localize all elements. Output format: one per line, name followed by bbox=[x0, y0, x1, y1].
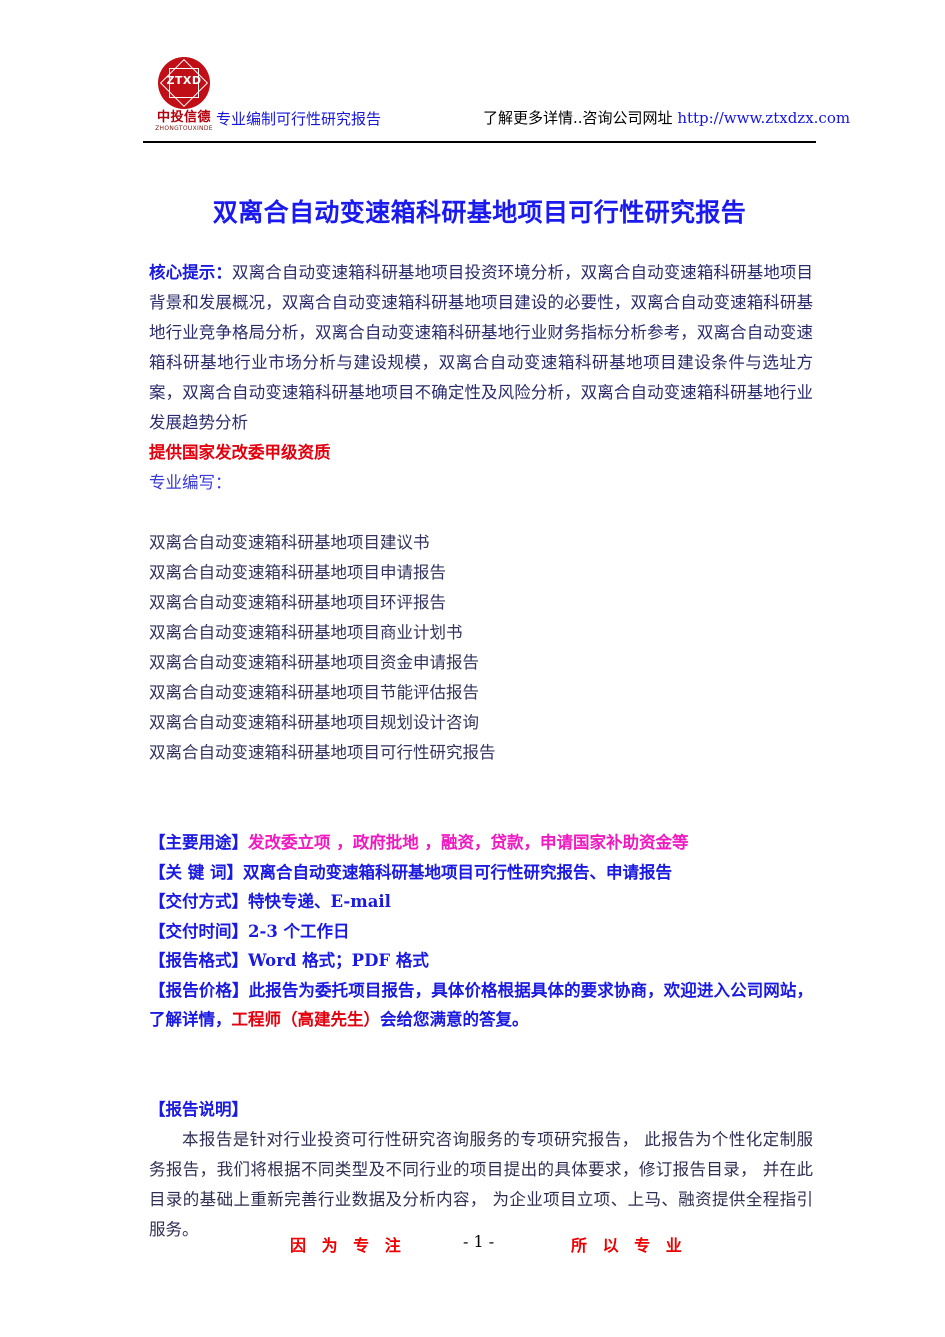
explanation-heading: 【报告说明】 bbox=[149, 1099, 248, 1119]
header-tagline: 专业编制可行性研究报告 bbox=[216, 110, 382, 128]
info-key: 【报告价格】 bbox=[149, 980, 249, 1000]
info-row-delivery-time: 【交付时间】2-3 个工作日 bbox=[149, 917, 813, 947]
professional-line: 专业编写： bbox=[149, 473, 232, 492]
logo-letters: ZTXD bbox=[166, 74, 202, 87]
header-divider bbox=[143, 141, 816, 143]
info-value: 2-3 个工作日 bbox=[248, 921, 350, 941]
page-title: 双离合自动变速箱科研基地项目可行性研究报告 bbox=[212, 198, 747, 227]
list-item: 双离合自动变速箱科研基地项目建议书 bbox=[149, 533, 430, 552]
document-content: 核心提示：双离合自动变速箱科研基地项目投资环境分析，双离合自动变速箱科研基地项目… bbox=[149, 258, 813, 1245]
page-number: - 1 - bbox=[463, 1232, 495, 1251]
info-row-report-price: 【报告价格】此报告为委托项目报告，具体价格根据具体的要求协商，欢迎进入公司网站，… bbox=[149, 976, 813, 1035]
info-key: 【关 键 词】 bbox=[149, 862, 243, 882]
spacer-before-explanation bbox=[149, 1035, 813, 1095]
list-item: 双离合自动变速箱科研基地项目环评报告 bbox=[149, 593, 446, 612]
document-type-list: 双离合自动变速箱科研基地项目建议书 双离合自动变速箱科研基地项目申请报告 双离合… bbox=[149, 528, 813, 768]
company-seal-logo-icon: ZTXD bbox=[158, 57, 210, 109]
footer-slogan-left: 因 为 专 注 bbox=[290, 1236, 406, 1255]
list-item: 双离合自动变速箱科研基地项目商业计划书 bbox=[149, 623, 463, 642]
spacer-before-info bbox=[149, 768, 813, 828]
list-item: 双离合自动变速箱科研基地项目可行性研究报告 bbox=[149, 743, 496, 762]
company-logo: ZTXD 中投信德 ZHONGTOUXINDE bbox=[149, 55, 219, 140]
list-item: 双离合自动变速箱科研基地项目资金申请报告 bbox=[149, 653, 479, 672]
info-value: 双离合自动变速箱科研基地项目可行性研究报告、申请报告 bbox=[243, 862, 672, 882]
document-page: ZTXD 中投信德 ZHONGTOUXINDE 专业编制可行性研究报告 了解更多… bbox=[0, 0, 945, 1337]
info-row-main-use: 【主要用途】发改委立项 ，政府批地 ，融资，贷款，申请国家补助资金等 bbox=[149, 828, 813, 858]
info-row-keywords: 【关 键 词】双离合自动变速箱科研基地项目可行性研究报告、申请报告 bbox=[149, 858, 813, 888]
list-item: 双离合自动变速箱科研基地项目节能评估报告 bbox=[149, 683, 479, 702]
info-key: 【报告格式】 bbox=[149, 951, 248, 970]
header-contact: 了解更多详情..咨询公司网址 http://www.ztxdzx.com bbox=[483, 107, 850, 128]
spacer-after-professional bbox=[149, 498, 813, 528]
info-value-part2: 会给您满意的答复。 bbox=[380, 1010, 529, 1029]
info-key: 【交付时间】 bbox=[149, 921, 248, 941]
info-value: Word 格式；PDF 格式 bbox=[248, 951, 429, 970]
list-item: 双离合自动变速箱科研基地项目申请报告 bbox=[149, 563, 446, 582]
info-value: 发改委立项 ，政府批地 ，融资，贷款，申请国家补助资金等 bbox=[248, 833, 689, 852]
info-value-engineer: 工程师（高建先生） bbox=[231, 1010, 381, 1029]
info-row-report-format: 【报告格式】Word 格式；PDF 格式 bbox=[149, 946, 813, 976]
page-header: ZTXD 中投信德 ZHONGTOUXINDE 专业编制可行性研究报告 了解更多… bbox=[143, 55, 850, 145]
info-value: 特快专递、E-mail bbox=[248, 892, 391, 911]
core-tip-label: 核心提示 bbox=[149, 263, 216, 282]
header-website-link[interactable]: http://www.ztxdzx.com bbox=[677, 109, 850, 127]
list-item: 双离合自动变速箱科研基地项目规划设计咨询 bbox=[149, 713, 479, 732]
qualification-line: 提供国家发改委甲级资质 bbox=[149, 443, 331, 462]
logo-company-name-cn: 中投信德 bbox=[156, 110, 211, 125]
info-key: 【交付方式】 bbox=[149, 892, 248, 911]
footer-slogan-right: 所 以 专 业 bbox=[571, 1236, 687, 1255]
logo-company-name-en: ZHONGTOUXINDE bbox=[155, 125, 213, 132]
core-tip-separator: ： bbox=[215, 263, 233, 282]
info-detail-list: 【主要用途】发改委立项 ，政府批地 ，融资，贷款，申请国家补助资金等 【关 键 … bbox=[149, 828, 813, 1035]
info-key: 【主要用途】 bbox=[149, 833, 248, 852]
core-tip-body: 双离合自动变速箱科研基地项目投资环境分析，双离合自动变速箱科研基地项目背景和发展… bbox=[149, 263, 814, 432]
core-tip-paragraph: 核心提示：双离合自动变速箱科研基地项目投资环境分析，双离合自动变速箱科研基地项目… bbox=[149, 258, 813, 438]
header-contact-label: 了解更多详情..咨询公司网址 bbox=[483, 109, 678, 127]
page-footer: 因 为 专 注 - 1 - 所 以 专 业 bbox=[143, 1232, 816, 1262]
info-row-delivery-method: 【交付方式】特快专递、E-mail bbox=[149, 887, 813, 917]
explanation-paragraph: 本报告是针对行业投资可行性研究咨询服务的专项研究报告， 此报告为个性化定制服务报… bbox=[149, 1129, 813, 1239]
